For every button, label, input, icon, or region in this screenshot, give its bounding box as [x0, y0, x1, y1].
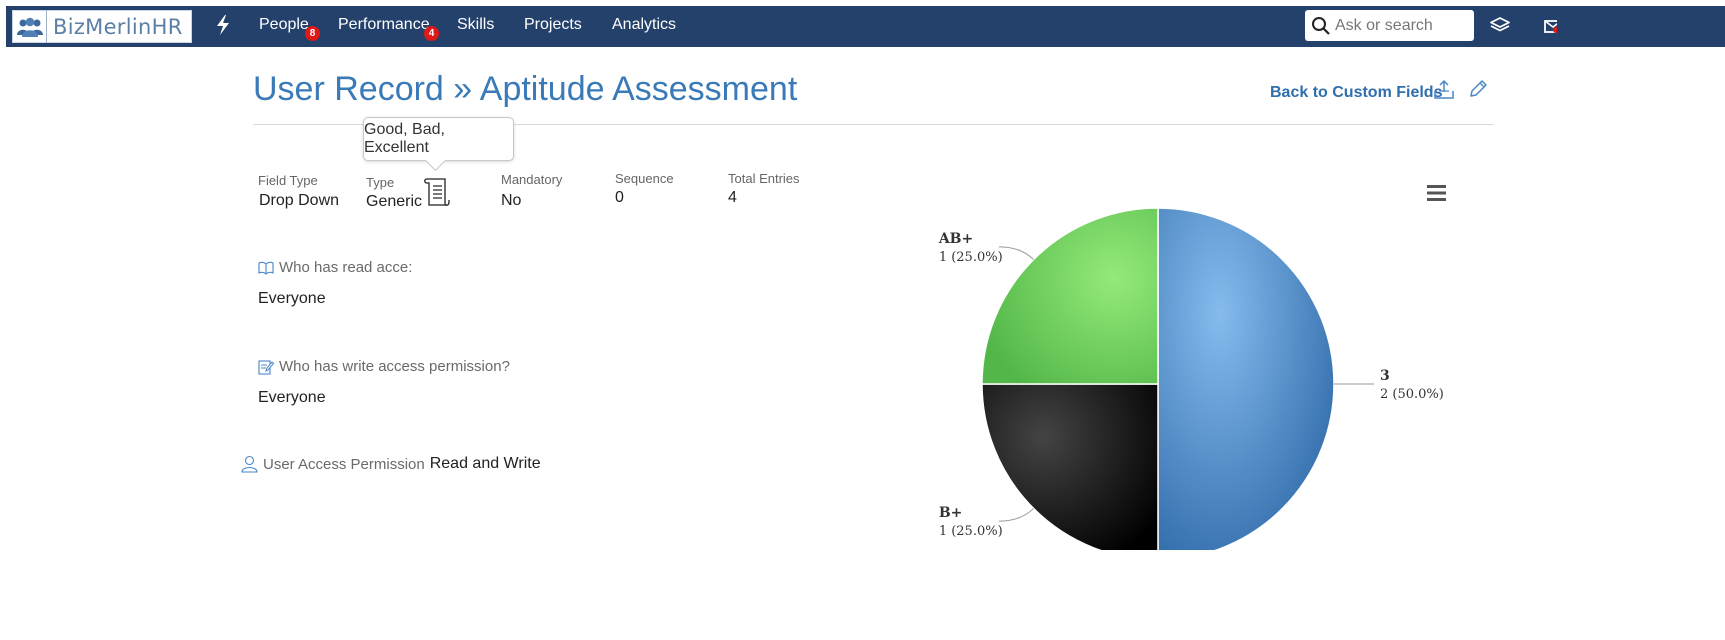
- brand-name: BizMerlinHR: [53, 14, 183, 39]
- nav-skills[interactable]: Skills: [457, 16, 494, 34]
- pie-connector: [998, 246, 1034, 260]
- search-icon: [1312, 16, 1330, 35]
- back-to-custom-fields-link[interactable]: Back to Custom Fields: [1270, 84, 1442, 102]
- read-access-label: Who has read acce:: [258, 259, 412, 276]
- top-navbar: BizMerlinHR People 8 Performance 4 Skill…: [6, 6, 1725, 47]
- pie-label-name: AB+: [938, 231, 973, 247]
- pie-label-name: B+: [939, 505, 963, 521]
- nav-analytics[interactable]: Analytics: [612, 16, 676, 34]
- mandatory-label: Mandatory: [501, 172, 563, 187]
- pie-label-name: 3: [1380, 368, 1390, 384]
- user-access-text: User Access Permission: [263, 455, 425, 473]
- export-icon[interactable]: [1433, 78, 1455, 100]
- search-box[interactable]: [1305, 10, 1474, 41]
- mandatory-value: No: [501, 192, 522, 209]
- pie-slice-3[interactable]: [1157, 207, 1335, 550]
- type-options-tooltip: Good, Bad, Excellent: [363, 117, 514, 161]
- total-entries-value: 4: [728, 189, 737, 206]
- pie-label-value: 1 (25.0%): [939, 524, 1003, 539]
- pie-slice-b[interactable]: [981, 383, 1159, 550]
- layers-icon[interactable]: [1490, 17, 1510, 35]
- search-input[interactable]: [1335, 16, 1465, 35]
- nav-performance[interactable]: Performance: [338, 16, 430, 34]
- people-badge: 8: [305, 26, 320, 41]
- user-icon: [241, 455, 258, 473]
- field-type-value: Drop Down: [259, 192, 340, 209]
- pie-label-value: 1 (25.0%): [939, 250, 1003, 265]
- type-value: Generic: [366, 193, 423, 210]
- mail-icon[interactable]: [1544, 19, 1557, 34]
- tooltip-text: Good, Bad, Excellent: [364, 121, 445, 156]
- pie-slice-ab[interactable]: [981, 207, 1159, 385]
- book-icon: [258, 261, 274, 275]
- read-access-value: Everyone: [258, 290, 326, 307]
- edit-note-icon: [258, 359, 274, 375]
- list-scroll-icon[interactable]: [423, 176, 453, 208]
- bolt-icon[interactable]: [214, 14, 232, 36]
- total-entries-label: Total Entries: [728, 171, 800, 186]
- user-access-label: User Access Permission Read and Write: [241, 455, 541, 473]
- read-access-text: Who has read acce:: [279, 259, 413, 276]
- pie-chart: 3 2 (50.0%) B+ 1 (25.0%) AB+ 1 (25.0%): [938, 207, 1444, 550]
- sequence-value: 0: [615, 189, 624, 206]
- nav-people[interactable]: People: [259, 16, 309, 34]
- field-type-label: Field Type: [258, 173, 318, 188]
- sequence-label: Sequence: [615, 171, 674, 186]
- nav-projects[interactable]: Projects: [524, 16, 582, 34]
- page-title: User Record » Aptitude Assessment: [253, 70, 798, 108]
- performance-badge: 4: [424, 26, 439, 41]
- edit-icon[interactable]: [1467, 78, 1489, 100]
- brand-logo[interactable]: BizMerlinHR: [12, 10, 192, 43]
- type-label: Type: [366, 175, 395, 190]
- write-access-text: Who has write access permission?: [279, 358, 510, 375]
- people-group-icon: [13, 10, 47, 43]
- write-access-label: Who has write access permission?: [258, 358, 510, 375]
- write-access-value: Everyone: [258, 389, 326, 406]
- pie-connector: [998, 508, 1034, 522]
- user-access-value: Read and Write: [429, 455, 541, 472]
- pie-label-value: 2 (50.0%): [1380, 387, 1444, 402]
